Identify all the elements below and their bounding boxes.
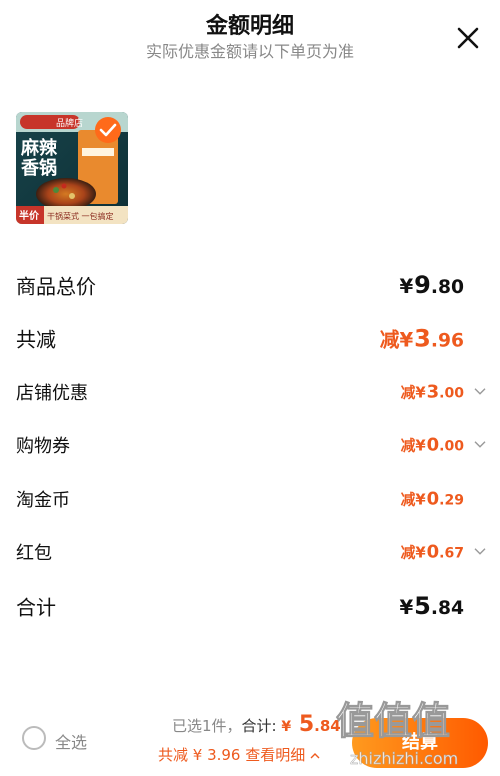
row-label: 红包 bbox=[16, 543, 52, 565]
row-value: 减¥3.96 bbox=[379, 324, 464, 353]
row-value: 减¥0.29 bbox=[400, 488, 464, 510]
shop-label: 品牌店 bbox=[56, 117, 83, 129]
chevron-down-icon bbox=[474, 548, 486, 556]
product-half-price-badge: 半价 bbox=[19, 209, 40, 222]
row-value: 减¥3.00 bbox=[400, 381, 464, 403]
selected-count: 已选1件， bbox=[172, 717, 242, 735]
product-name-line2: 香锅 bbox=[20, 157, 57, 179]
total-label: 合计: bbox=[241, 717, 277, 735]
view-detail-link[interactable]: 查看明细 bbox=[245, 746, 320, 764]
discount-line: 共减 ¥ 3.96 查看明细 bbox=[158, 744, 320, 765]
row-value: ¥5.84 bbox=[399, 591, 464, 620]
sheet-subtitle: 实际优惠金额请以下单页为准 bbox=[145, 42, 354, 61]
row-label: 合计 bbox=[16, 595, 56, 620]
sheet-header: 金额明细 实际优惠金额请以下单页为准 bbox=[0, 0, 500, 70]
product-tagline: 干锅菜式 一包搞定 bbox=[47, 211, 114, 221]
chevron-up-icon bbox=[310, 753, 320, 759]
row-label: 购物券 bbox=[16, 436, 70, 458]
sheet-title: 金额明细 bbox=[205, 14, 294, 39]
product-image-art: 品牌店 麻辣 香锅 半价 干锅菜式 一包搞定 bbox=[16, 112, 128, 224]
row-value: 减¥0.00 bbox=[400, 434, 464, 456]
row-label: 淘金币 bbox=[16, 489, 70, 511]
close-icon bbox=[457, 27, 479, 49]
total-discount-text: 共减 ¥ 3.96 bbox=[158, 746, 241, 764]
row-grand-total: 合计 ¥5.84 bbox=[0, 579, 500, 633]
checkout-bar: 全选 已选1件，合计: ¥ 5.84 共减 ¥ 3.96 查看明细 结算 bbox=[0, 700, 500, 776]
row-coupon[interactable]: 购物券 减¥0.00 bbox=[0, 419, 500, 473]
total-price: ¥ 5.84 bbox=[281, 712, 341, 737]
row-label: 店铺优惠 bbox=[16, 382, 88, 404]
row-value: 减¥0.67 bbox=[400, 541, 464, 563]
row-value: ¥9.80 bbox=[399, 270, 464, 299]
row-goods-total: 商品总价 ¥9.80 bbox=[0, 258, 500, 312]
row-label: 共减 bbox=[16, 327, 56, 352]
row-label: 商品总价 bbox=[16, 274, 96, 299]
select-all-radio[interactable] bbox=[22, 726, 46, 750]
row-red-packet[interactable]: 红包 减¥0.67 bbox=[0, 526, 500, 580]
chevron-down-icon bbox=[474, 388, 486, 395]
summary-line: 已选1件，合计: ¥ 5.84 bbox=[172, 712, 341, 737]
chevron-down-icon bbox=[474, 441, 486, 449]
select-all-label[interactable]: 全选 bbox=[55, 729, 87, 753]
row-total-discount: 共减 减¥3.96 bbox=[0, 312, 500, 366]
product-name-line1: 麻辣 bbox=[20, 137, 58, 159]
amount-detail-sheet: 金额明细 实际优惠金额请以下单页为准 品牌店 麻辣 香锅 半价 干锅菜式 一包搞… bbox=[0, 0, 500, 776]
price-breakdown: 商品总价 ¥9.80 共减 减¥3.96 店铺优惠 减¥3.00 购物券 减¥0… bbox=[0, 258, 500, 633]
product-image[interactable]: 品牌店 麻辣 香锅 半价 干锅菜式 一包搞定 bbox=[16, 112, 128, 224]
checkout-button[interactable]: 结算 bbox=[352, 718, 488, 768]
close-button[interactable] bbox=[452, 22, 484, 54]
row-shop-discount[interactable]: 店铺优惠 减¥3.00 bbox=[0, 365, 500, 419]
row-taobao-coins: 淘金币 减¥0.29 bbox=[0, 472, 500, 526]
